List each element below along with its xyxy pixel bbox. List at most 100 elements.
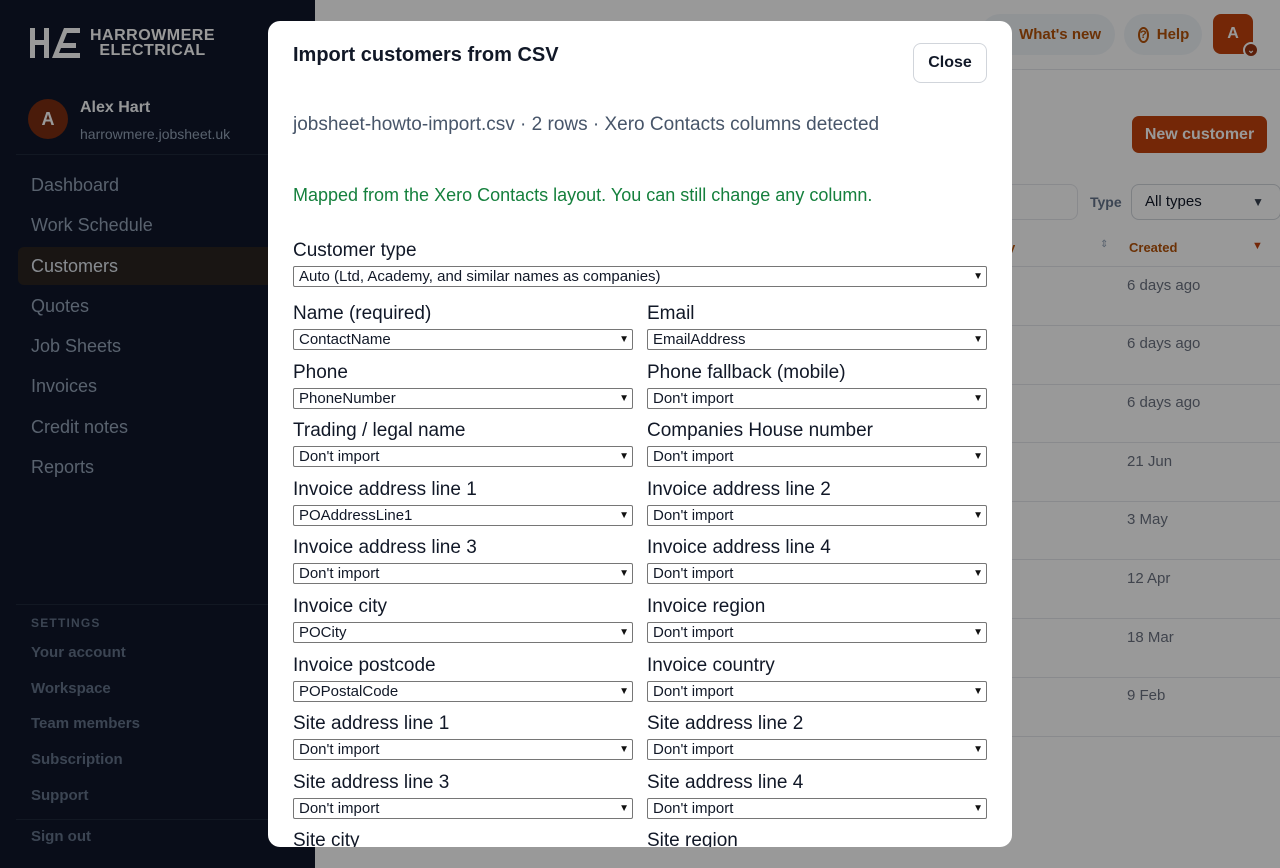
- field-invoice-region: Invoice region Don't import ▼: [647, 593, 987, 643]
- field-invoice-postcode: Invoice postcode POPostalCode ▼: [293, 652, 633, 702]
- invoice-address-line-1-select[interactable]: POAddressLine1 ▼: [293, 504, 633, 526]
- select-value: ContactName: [299, 331, 391, 348]
- select-value: Don't import: [653, 389, 734, 407]
- field-site-address-line-1: Site address line 1 Don't import ▼: [293, 710, 633, 761]
- select-value: Don't import: [299, 565, 380, 583]
- field-phone: Phone PhoneNumber ▼: [293, 359, 633, 409]
- file-info: jobsheet-howto-import.csv · 2 rows · Xer…: [293, 114, 880, 135]
- chevron-down-icon: ▼: [973, 509, 983, 521]
- select-value: Don't import: [299, 799, 380, 817]
- field-label: Invoice address line 1: [293, 478, 477, 500]
- close-button[interactable]: Close: [913, 43, 987, 83]
- field-trading-legal-name: Trading / legal name Don't import ▼: [293, 417, 633, 468]
- chevron-down-icon: ▼: [973, 334, 983, 345]
- invoice-country-select[interactable]: Don't import ▼: [647, 680, 987, 702]
- invoice-address-line-3-select[interactable]: Don't import ▼: [293, 563, 633, 585]
- chevron-down-icon: ▼: [973, 685, 983, 697]
- field-label: Site address line 1: [293, 713, 450, 735]
- field-label: Site region: [647, 830, 738, 847]
- select-value: Don't import: [653, 624, 734, 641]
- field-invoice-address-line-3: Invoice address line 3 Don't import ▼: [293, 534, 633, 585]
- field-label: Invoice region: [647, 596, 766, 617]
- invoice-postcode-select[interactable]: POPostalCode ▼: [293, 680, 633, 702]
- field-site-city: Site city▼: [293, 827, 633, 847]
- field-customer-type: Customer type Auto (Ltd, Academy, and si…: [293, 237, 987, 287]
- field-name-required: Name (required) ContactName ▼: [293, 300, 633, 350]
- invoice-address-line-2-select[interactable]: Don't import ▼: [647, 504, 987, 526]
- field-invoice-city: Invoice city POCity ▼: [293, 593, 633, 643]
- chevron-down-icon: ▼: [973, 392, 983, 404]
- field-label: Trading / legal name: [293, 420, 466, 442]
- select-value: Don't import: [653, 799, 734, 817]
- field-invoice-address-line-2: Invoice address line 2 Don't import ▼: [647, 476, 987, 526]
- chevron-down-icon: ▼: [973, 451, 983, 463]
- chevron-down-icon: ▼: [619, 334, 629, 345]
- invoice-city-select[interactable]: POCity ▼: [293, 622, 633, 643]
- select-value: Don't import: [299, 741, 380, 759]
- email-select[interactable]: EmailAddress ▼: [647, 329, 987, 350]
- chevron-down-icon: ▼: [619, 802, 629, 814]
- field-label: Site address line 3: [293, 771, 450, 793]
- site-address-line-2-select[interactable]: Don't import ▼: [647, 739, 987, 761]
- chevron-down-icon: ▼: [973, 568, 983, 580]
- chevron-down-icon: ▼: [619, 685, 629, 697]
- field-label: Site city: [293, 830, 360, 847]
- invoice-region-select[interactable]: Don't import ▼: [647, 622, 987, 643]
- field-site-address-line-4: Site address line 4 Don't import ▼: [647, 769, 987, 819]
- chevron-down-icon: ▼: [619, 509, 629, 521]
- select-value: POPostalCode: [299, 682, 399, 700]
- chevron-down-icon: ▼: [619, 568, 629, 580]
- chevron-down-icon: ▼: [619, 451, 629, 463]
- select-value: PhoneNumber: [299, 389, 396, 407]
- select-value: POAddressLine1: [299, 506, 413, 524]
- field-label: Email: [647, 303, 695, 324]
- dialog-title: Import customers from CSV: [293, 44, 559, 66]
- customer-type-select[interactable]: Auto (Ltd, Academy, and similar names as…: [293, 266, 987, 287]
- select-value: Don't import: [653, 506, 734, 524]
- chevron-down-icon: ▼: [973, 744, 983, 756]
- field-label: Customer type: [293, 240, 417, 261]
- select-value: POCity: [299, 624, 347, 641]
- chevron-down-icon: ▼: [973, 802, 983, 814]
- field-email: Email EmailAddress ▼: [647, 300, 987, 350]
- select-value: Don't import: [653, 682, 734, 700]
- import-customers-dialog: Import customers from CSV Close jobsheet…: [268, 21, 1012, 847]
- name-required-select[interactable]: ContactName ▼: [293, 329, 633, 350]
- field-site-region: Site region▼: [647, 827, 987, 847]
- field-label: Site address line 2: [647, 713, 804, 735]
- field-invoice-address-line-4: Invoice address line 4 Don't import ▼: [647, 534, 987, 585]
- field-label: Companies House number: [647, 420, 874, 442]
- field-label: Invoice city: [293, 596, 387, 617]
- select-value: Don't import: [653, 448, 734, 466]
- trading-legal-name-select[interactable]: Don't import ▼: [293, 446, 633, 468]
- chevron-down-icon: ▼: [619, 392, 629, 404]
- companies-house-number-select[interactable]: Don't import ▼: [647, 446, 987, 468]
- select-value: Don't import: [653, 741, 734, 759]
- select-value: Don't import: [653, 565, 734, 583]
- chevron-down-icon: ▼: [619, 627, 629, 638]
- field-site-address-line-3: Site address line 3 Don't import ▼: [293, 769, 633, 819]
- field-label: Invoice country: [647, 654, 775, 676]
- field-label: Name (required): [293, 303, 432, 324]
- invoice-address-line-4-select[interactable]: Don't import ▼: [647, 563, 987, 585]
- site-address-line-3-select[interactable]: Don't import ▼: [293, 797, 633, 819]
- field-label: Site address line 4: [647, 771, 804, 793]
- field-label: Phone: [293, 361, 348, 383]
- select-value: Auto (Ltd, Academy, and similar names as…: [299, 268, 661, 285]
- field-label: Invoice address line 2: [647, 478, 831, 500]
- phone-select[interactable]: PhoneNumber ▼: [293, 387, 633, 409]
- select-value: Don't import: [299, 448, 380, 466]
- field-label: Invoice address line 4: [647, 537, 831, 559]
- site-address-line-4-select[interactable]: Don't import ▼: [647, 797, 987, 819]
- field-invoice-address-line-1: Invoice address line 1 POAddressLine1 ▼: [293, 476, 633, 526]
- field-label: Invoice postcode: [293, 654, 436, 676]
- field-companies-house-number: Companies House number Don't import ▼: [647, 417, 987, 468]
- chevron-down-icon: ▼: [619, 744, 629, 756]
- phone-fallback-mobile-select[interactable]: Don't import ▼: [647, 387, 987, 409]
- field-invoice-country: Invoice country Don't import ▼: [647, 652, 987, 702]
- field-label: Invoice address line 3: [293, 537, 477, 559]
- site-address-line-1-select[interactable]: Don't import ▼: [293, 739, 633, 761]
- chevron-down-icon: ▼: [973, 627, 983, 638]
- mapping-status-message: Mapped from the Xero Contacts layout. Yo…: [293, 185, 873, 205]
- field-site-address-line-2: Site address line 2 Don't import ▼: [647, 710, 987, 761]
